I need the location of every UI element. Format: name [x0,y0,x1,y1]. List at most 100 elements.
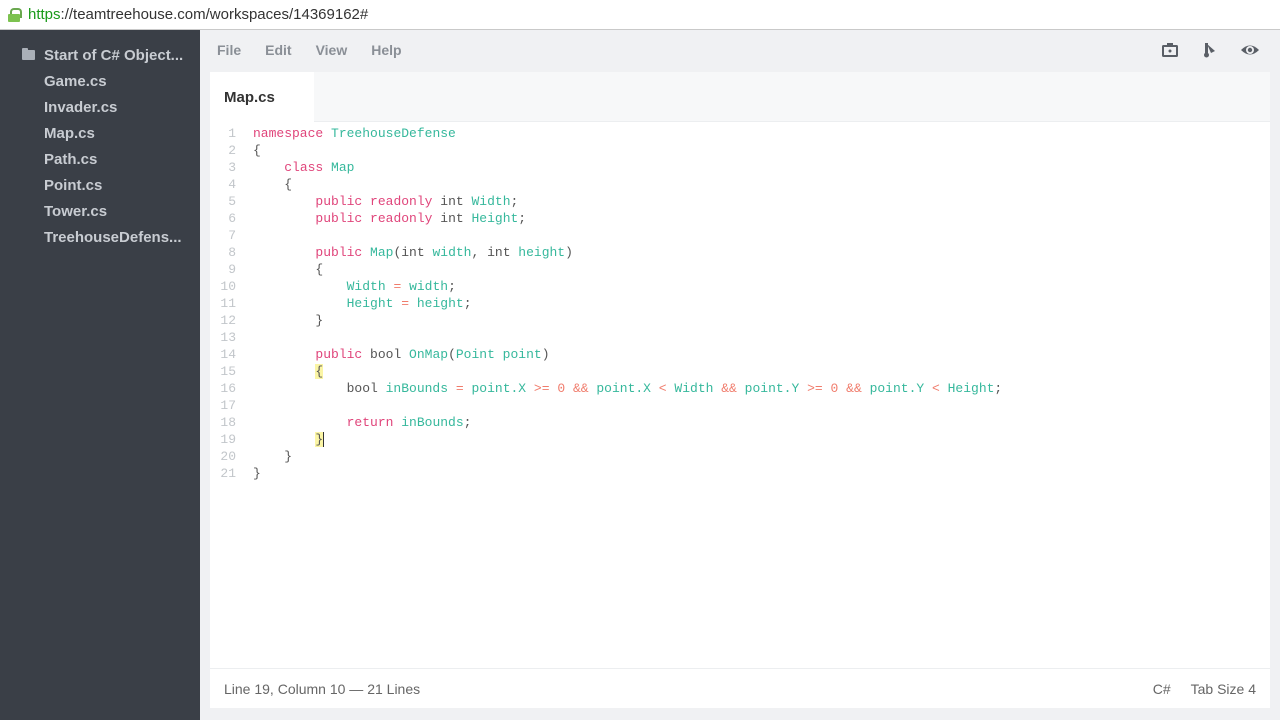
code-token: } [253,449,293,464]
folder-label: Start of C# Object... [44,46,184,64]
code-token: { [315,364,324,379]
code-token: point.Y [744,381,800,396]
menu-file[interactable]: File [217,42,241,58]
code-line: 11 Height = height; [210,295,1002,312]
code-token: ; [448,279,456,294]
sidebar-file[interactable]: Path.cs [0,146,200,172]
line-number: 21 [220,466,236,481]
code-token: { [253,177,293,192]
code-token: >= [533,381,550,396]
code-token: inBounds [401,415,464,430]
code-token: inBounds [385,381,449,396]
code-token: Width [674,381,714,396]
code-line: 14 public bool OnMap(Point point) [210,346,1002,363]
code-editor[interactable]: 1 namespace TreehouseDefense 2{3 class Map… [210,125,1002,482]
folder-icon [22,48,35,60]
sidebar-file[interactable]: Invader.cs [0,94,200,120]
menu-help[interactable]: Help [371,42,401,58]
tab-bar: Map.cs [210,72,1270,122]
language-selector[interactable]: C# [1153,681,1171,697]
line-number: 9 [228,262,236,277]
code-token: ; [510,194,519,209]
fork-icon[interactable] [1200,40,1220,60]
code-token: return [346,415,394,430]
code-token: public [315,194,363,209]
code-token: width [432,245,472,260]
code-line: 3 class Map [210,159,1002,176]
code-token: && [721,381,737,396]
code-token: } [253,466,261,481]
code-token: Height [346,296,394,311]
line-number: 4 [228,177,236,192]
menu-view[interactable]: View [316,42,348,58]
sidebar-file[interactable]: Game.cs [0,68,200,94]
snapshot-icon[interactable] [1160,40,1180,60]
menu-bar: File Edit View Help [200,30,1280,70]
code-token: public [315,211,363,226]
code-line: 16 bool inBounds = point.X >= 0 && point… [210,380,1002,397]
code-line: 7 [210,227,1002,244]
line-number: 3 [228,160,236,175]
code-token: class [284,160,324,175]
code-token: ; [463,415,472,430]
code-line: 6 public readonly int Height; [210,210,1002,227]
code-line: 19 } [210,431,1002,448]
line-number: 18 [220,415,236,430]
url-text: ://teamtreehouse.com/workspaces/14369162… [60,6,369,23]
code-token: , int [471,245,519,260]
code-token: TreehouseDefense [331,126,456,141]
code-line: 5 public readonly int Width; [210,193,1002,210]
sidebar-file[interactable]: Tower.cs [0,198,200,224]
code-token: { [253,143,261,158]
tab-size-selector[interactable]: Tab Size 4 [1191,681,1256,697]
code-token: readonly [370,194,433,209]
cursor-position: Line 19, Column 10 — 21 Lines [224,680,421,697]
sidebar-file[interactable]: Map.cs [0,120,200,146]
code-token: ; [463,296,472,311]
code-line: 20 } [210,448,1002,465]
preview-eye-icon[interactable] [1240,40,1260,60]
line-number: 14 [220,347,236,362]
code-token: int [432,194,472,209]
code-token: ( [448,347,456,362]
line-number: 6 [228,211,236,226]
code-token: < [658,381,667,396]
sidebar-file[interactable]: Point.cs [0,172,200,198]
code-token: ; [994,381,1003,396]
menu-edit[interactable]: Edit [265,42,291,58]
line-number: 20 [220,449,236,464]
line-number: 19 [220,432,236,447]
code-token: bool [362,347,410,362]
line-number: 15 [220,364,236,379]
sidebar-file[interactable]: TreehouseDefens... [0,224,200,250]
code-token: int [432,211,472,226]
line-number: 13 [220,330,236,345]
tab-map-cs[interactable]: Map.cs [210,72,314,122]
line-number: 2 [228,143,236,158]
code-token: public [315,245,363,260]
file-sidebar: Start of C# Object... Game.cs Invader.cs… [0,30,200,720]
code-token: height [518,245,566,260]
code-token: } [315,432,324,447]
sidebar-folder[interactable]: Start of C# Object... [0,42,200,68]
code-token: ) [541,347,550,362]
line-number: 5 [228,194,236,209]
code-token: Height [471,211,519,226]
address-bar[interactable]: https://teamtreehouse.com/workspaces/143… [0,0,1280,30]
